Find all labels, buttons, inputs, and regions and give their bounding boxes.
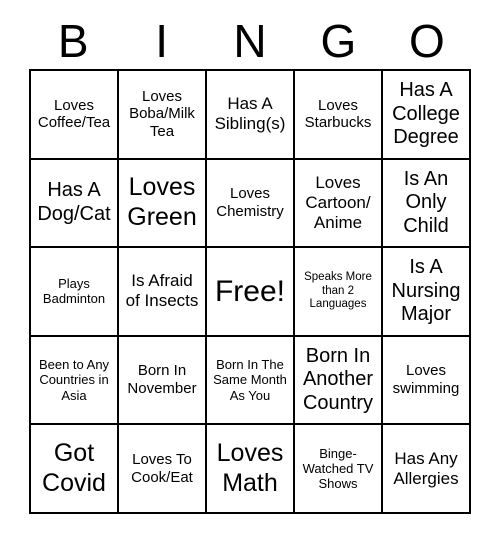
bingo-cell[interactable]: Been to Any Countries in Asia — [31, 336, 119, 426]
bingo-cell[interactable]: Has A College Degree — [383, 71, 471, 160]
bingo-cell[interactable]: Loves Chemistry — [207, 159, 295, 249]
bingo-cell[interactable]: Loves Green — [119, 159, 207, 249]
bingo-cell[interactable]: Born In Another Country — [295, 336, 383, 426]
bingo-cell-label: Binge-Watched TV Shows — [302, 445, 374, 492]
bingo-cell[interactable]: Loves Starbucks — [295, 71, 383, 160]
bingo-cell-label: Loves Chemistry — [216, 185, 284, 220]
bingo-cell-label: Plays Badminton — [42, 276, 106, 307]
bingo-cell-label: Is An Only Child — [403, 167, 449, 237]
header-letter-i: I — [155, 15, 168, 67]
bingo-cell-label: Is Afraid of Insects — [125, 271, 199, 311]
bingo-card: B I N G O Loves Coffee/Tea Loves Boba/Mil… — [0, 0, 500, 544]
bingo-cell[interactable]: Has Any Allergies — [383, 425, 471, 514]
bingo-cell-label: Has A College Degree — [392, 78, 460, 149]
header-letter-b: B — [57, 15, 89, 67]
bingo-cell-label: Loves Math — [216, 439, 284, 497]
bingo-cell-label: Loves Cartoon/ Anime — [305, 172, 371, 232]
bingo-cell[interactable]: Loves Boba/Milk Tea — [119, 71, 207, 160]
bingo-cell-label: Has Any Allergies — [393, 448, 459, 488]
bingo-cell-label: Born In November — [127, 362, 197, 398]
bingo-cell[interactable]: Has A Dog/Cat — [31, 159, 119, 249]
bingo-cell[interactable]: Born In The Same Month As You — [207, 336, 295, 426]
bingo-cell[interactable]: Loves Cartoon/ Anime — [295, 159, 383, 249]
bingo-cell[interactable]: Born In November — [119, 336, 207, 426]
bingo-cell[interactable]: Has A Sibling(s) — [207, 71, 295, 160]
bingo-cell-label: Speaks More than 2 Languages — [304, 271, 372, 311]
bingo-cell[interactable]: Is A Nursing Major — [383, 248, 471, 337]
bingo-cell[interactable]: Got Covid — [31, 425, 119, 514]
bingo-cell-label: Loves Green — [127, 173, 197, 231]
bingo-cell-label: Has A Sibling(s) — [214, 94, 286, 134]
bingo-cell[interactable]: Loves Coffee/Tea — [31, 71, 119, 160]
bingo-cell-label: Has A Dog/Cat — [37, 179, 111, 225]
bingo-cell-label: Is A Nursing Major — [391, 256, 461, 326]
bingo-cell-label: Loves swimming — [392, 362, 460, 398]
bingo-cell[interactable]: Free! — [207, 248, 295, 337]
bingo-grid: Loves Coffee/Tea Loves Boba/Milk Tea Has A… — [29, 69, 471, 514]
bingo-cell[interactable]: Speaks More than 2 Languages — [295, 248, 383, 337]
bingo-cell[interactable]: Loves To Cook/Eat — [119, 425, 207, 514]
bingo-cell-label: Got Covid — [42, 439, 106, 497]
header-letter-o: O — [408, 15, 445, 67]
bingo-cell[interactable]: Is An Only Child — [383, 159, 471, 249]
bingo-cell[interactable]: Loves swimming — [383, 336, 471, 426]
bingo-cell[interactable]: Is Afraid of Insects — [119, 248, 207, 337]
bingo-cell-label: Born In Another Country — [302, 344, 374, 414]
bingo-cell-label: Free! — [214, 274, 286, 308]
bingo-cell-label: Loves Boba/Milk Tea — [129, 87, 195, 141]
bingo-cell-label: Loves To Cook/Eat — [131, 451, 193, 486]
bingo-cell[interactable]: Binge-Watched TV Shows — [295, 425, 383, 514]
bingo-header: B I N G O — [29, 14, 471, 68]
bingo-cell-label: Loves Coffee/Tea — [37, 96, 111, 132]
header-letter-n: N — [233, 15, 267, 67]
bingo-cell-label: Born In The Same Month As You — [213, 357, 287, 403]
bingo-cell-label: Been to Any Countries in Asia — [38, 357, 110, 403]
bingo-cell-label: Loves Starbucks — [304, 96, 372, 132]
bingo-cell[interactable]: Plays Badminton — [31, 248, 119, 337]
bingo-cell[interactable]: Loves Math — [207, 425, 295, 514]
header-letter-g: G — [320, 15, 357, 67]
